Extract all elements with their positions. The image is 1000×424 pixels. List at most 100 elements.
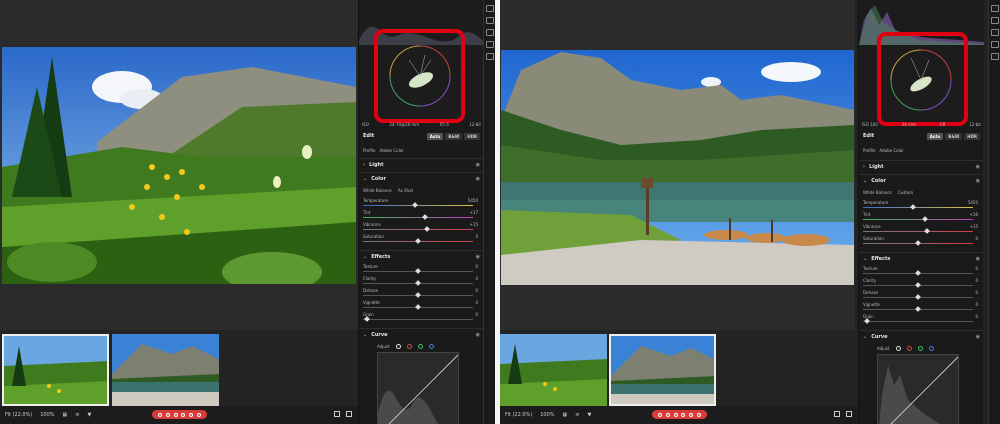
slider-clarity[interactable]: Clarity 0 bbox=[363, 276, 478, 288]
star-rating-bar[interactable] bbox=[152, 410, 207, 419]
crop-tool-icon[interactable] bbox=[990, 17, 999, 24]
slider-clarity[interactable]: Clarity 0 bbox=[863, 278, 978, 290]
filmstrip-thumb-lake[interactable] bbox=[112, 334, 219, 406]
heal-tool-icon[interactable] bbox=[485, 29, 494, 36]
zoom-percent[interactable]: 100% bbox=[540, 412, 554, 418]
eye-icon[interactable]: ◉ bbox=[976, 164, 980, 170]
mode-auto-button[interactable]: Auto bbox=[426, 132, 444, 140]
star-icon[interactable] bbox=[173, 412, 178, 417]
mode-hdr-button[interactable]: HDR bbox=[964, 132, 980, 140]
compare-view-icon[interactable] bbox=[346, 411, 352, 417]
section-light[interactable]: › Light ◉ bbox=[859, 160, 984, 172]
mask-tool-icon[interactable] bbox=[485, 41, 494, 48]
star-icon[interactable] bbox=[665, 412, 670, 417]
curve-channel-blue-icon[interactable] bbox=[928, 345, 934, 351]
section-color[interactable]: ⌄ Color ◉ bbox=[859, 174, 984, 186]
slider-dehaze[interactable]: Dehaze 0 bbox=[863, 290, 978, 302]
main-photo-lake[interactable] bbox=[501, 50, 854, 285]
eye-icon[interactable]: ◉ bbox=[476, 254, 480, 260]
compare-view-icon[interactable] bbox=[846, 411, 852, 417]
edit-tool-icon[interactable] bbox=[990, 5, 999, 12]
section-curve[interactable]: ⌄ Curve ◉ bbox=[359, 328, 484, 340]
slider-temperature[interactable]: Temperature 5450 bbox=[863, 200, 978, 212]
tone-curve-graph[interactable] bbox=[877, 354, 959, 424]
curve-channel-green-icon[interactable] bbox=[417, 343, 423, 349]
filmstrip-thumb-wildflowers[interactable] bbox=[2, 334, 109, 406]
mode-auto-button[interactable]: Auto bbox=[926, 132, 944, 140]
sort-icon[interactable]: ≡ bbox=[75, 412, 79, 418]
star-icon[interactable] bbox=[673, 412, 678, 417]
white-balance-row[interactable]: White Balance As Shot bbox=[363, 186, 478, 194]
section-color[interactable]: ⌄ Color ◉ bbox=[359, 172, 484, 184]
star-icon[interactable] bbox=[681, 412, 686, 417]
slider-tint[interactable]: Tint +16 bbox=[863, 212, 978, 224]
slider-texture[interactable]: Texture 0 bbox=[363, 264, 478, 276]
profile-row[interactable]: Profile Adobe Color bbox=[363, 146, 480, 154]
slider-vibrance[interactable]: Vibrance +15 bbox=[363, 222, 478, 234]
curve-channel-white-icon[interactable] bbox=[395, 343, 401, 349]
slider-vignette[interactable]: Vignette 0 bbox=[363, 300, 478, 312]
image-canvas[interactable] bbox=[0, 0, 358, 330]
curve-channel-blue-icon[interactable] bbox=[428, 343, 434, 349]
crop-tool-icon[interactable] bbox=[485, 17, 494, 24]
slider-grain[interactable]: Grain 0 bbox=[363, 312, 478, 324]
slider-dehaze[interactable]: Dehaze 0 bbox=[363, 288, 478, 300]
fit-zoom-label[interactable]: Fit (22.0%) bbox=[505, 412, 532, 418]
slider-texture[interactable]: Texture 0 bbox=[863, 266, 978, 278]
section-light[interactable]: › Light ◉ bbox=[359, 158, 484, 170]
eye-icon[interactable]: ◉ bbox=[476, 176, 480, 182]
image-canvas[interactable] bbox=[500, 0, 855, 330]
zoom-percent[interactable]: 100% bbox=[40, 412, 54, 418]
star-icon[interactable] bbox=[165, 412, 170, 417]
main-photo-wildflowers[interactable] bbox=[2, 47, 356, 284]
slider-vignette[interactable]: Vignette 0 bbox=[863, 302, 978, 314]
star-icon[interactable] bbox=[157, 412, 162, 417]
mode-hdr-button[interactable]: HDR bbox=[464, 132, 480, 140]
star-icon[interactable] bbox=[657, 412, 662, 417]
slider-temperature[interactable]: Temperature 5450 bbox=[363, 198, 478, 210]
star-rating-bar[interactable] bbox=[652, 410, 707, 419]
star-icon[interactable] bbox=[197, 412, 202, 417]
eye-icon[interactable]: ◉ bbox=[976, 256, 980, 262]
profile-row[interactable]: Profile Adobe Color bbox=[863, 146, 980, 154]
redeye-tool-icon[interactable] bbox=[990, 53, 999, 60]
curve-channel-red-icon[interactable] bbox=[906, 345, 912, 351]
curve-channel-white-icon[interactable] bbox=[895, 345, 901, 351]
slider-vibrance[interactable]: Vibrance +15 bbox=[863, 224, 978, 236]
grid-icon[interactable]: ▦ bbox=[63, 412, 68, 418]
slider-tint[interactable]: Tint +17 bbox=[363, 210, 478, 222]
heal-tool-icon[interactable] bbox=[990, 29, 999, 36]
tone-curve-graph[interactable] bbox=[377, 352, 459, 424]
section-effects[interactable]: ⌄ Effects ◉ bbox=[359, 250, 484, 262]
mode-bw-button[interactable]: B&W bbox=[445, 132, 463, 140]
curve-channel-red-icon[interactable] bbox=[406, 343, 412, 349]
filmstrip-toggle-icon[interactable] bbox=[834, 411, 840, 417]
filmstrip-toggle-icon[interactable] bbox=[334, 411, 340, 417]
edit-tool-icon[interactable] bbox=[485, 5, 494, 12]
white-balance-row[interactable]: White Balance Custom bbox=[863, 188, 978, 196]
eye-icon[interactable]: ◉ bbox=[976, 334, 980, 340]
star-icon[interactable] bbox=[189, 412, 194, 417]
eye-icon[interactable]: ◉ bbox=[476, 332, 480, 338]
grid-icon[interactable]: ▦ bbox=[563, 412, 568, 418]
slider-saturation[interactable]: Saturation 0 bbox=[863, 236, 978, 248]
mode-bw-button[interactable]: B&W bbox=[945, 132, 963, 140]
filmstrip-thumb-wildflowers[interactable] bbox=[500, 334, 607, 406]
sort-icon[interactable]: ≡ bbox=[575, 412, 579, 418]
filter-icon[interactable]: ▼ bbox=[587, 412, 591, 418]
star-icon[interactable] bbox=[697, 412, 702, 417]
section-curve[interactable]: ⌄ Curve ◉ bbox=[859, 330, 984, 342]
redeye-tool-icon[interactable] bbox=[485, 53, 494, 60]
section-effects[interactable]: ⌄ Effects ◉ bbox=[859, 252, 984, 264]
eye-icon[interactable]: ◉ bbox=[976, 178, 980, 184]
slider-grain[interactable]: Grain 0 bbox=[863, 314, 978, 326]
eye-icon[interactable]: ◉ bbox=[476, 162, 480, 168]
filter-icon[interactable]: ▼ bbox=[87, 412, 91, 418]
star-icon[interactable] bbox=[689, 412, 694, 417]
filmstrip-thumb-lake[interactable] bbox=[609, 334, 716, 406]
slider-saturation[interactable]: Saturation 0 bbox=[363, 234, 478, 246]
fit-zoom-label[interactable]: Fit (22.0%) bbox=[5, 412, 32, 418]
mask-tool-icon[interactable] bbox=[990, 41, 999, 48]
curve-channel-green-icon[interactable] bbox=[917, 345, 923, 351]
star-icon[interactable] bbox=[181, 412, 186, 417]
